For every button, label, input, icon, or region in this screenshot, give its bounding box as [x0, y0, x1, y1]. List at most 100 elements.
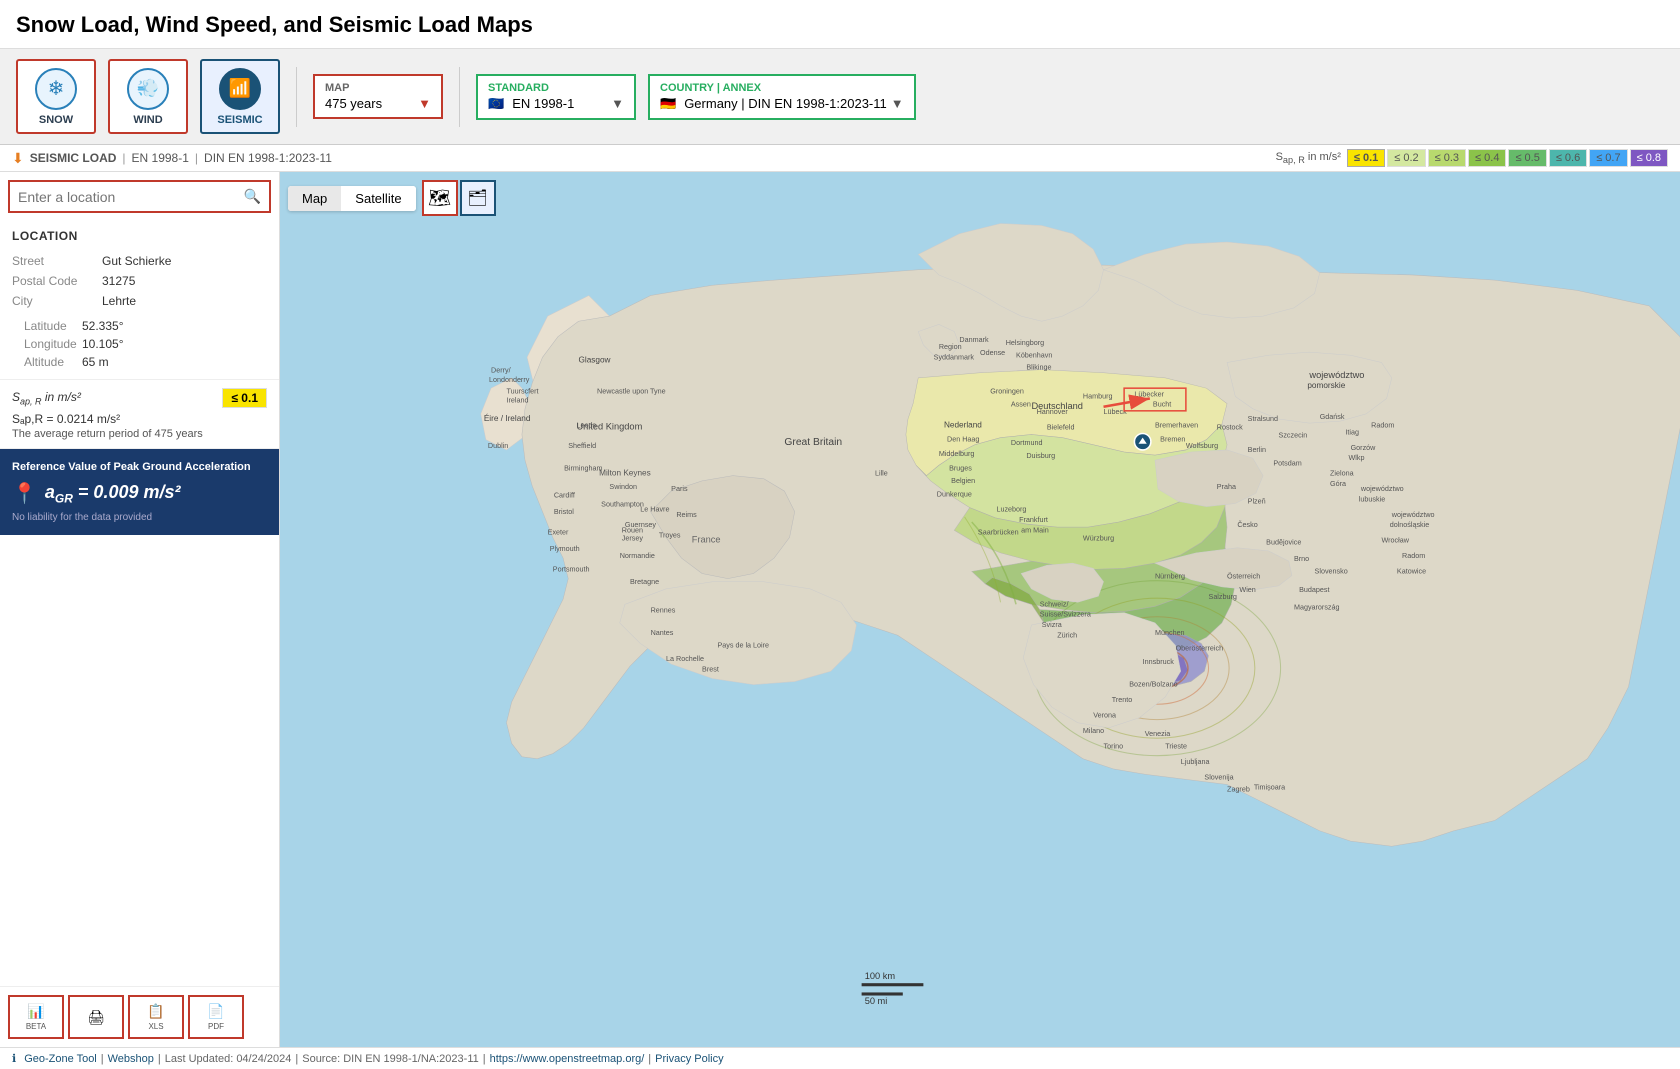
svg-text:Ireland: Ireland — [506, 396, 528, 405]
map-dropdown-label: MAP — [325, 82, 431, 94]
map-dropdown-value: 475 years — [325, 96, 382, 111]
svg-text:Schweiz/: Schweiz/ — [1040, 599, 1069, 608]
svg-text:Itiag: Itiag — [1345, 428, 1359, 437]
legend-item-03[interactable]: ≤ 0.3 — [1428, 149, 1466, 167]
svg-text:Gorzów: Gorzów — [1351, 443, 1377, 452]
map-icon-layers[interactable]: 🗂 — [460, 180, 496, 216]
svg-text:Katowice: Katowice — [1397, 566, 1426, 575]
svg-text:La Rochelle: La Rochelle — [666, 654, 704, 663]
svg-text:Milano: Milano — [1083, 726, 1104, 735]
location-city-key: City — [12, 294, 102, 308]
legend-label: Sap, R in m/s² — [1276, 151, 1341, 165]
wind-tool-button[interactable]: 💨 WIND — [108, 59, 188, 134]
map-icon-google[interactable]: 🗺 — [422, 180, 458, 216]
map-svg[interactable]: United Kingdom Glasgow Newcastle upon Ty… — [280, 172, 1680, 1047]
search-input[interactable] — [18, 189, 244, 205]
svg-text:Swindon: Swindon — [609, 482, 637, 491]
longitude-key: Longitude — [12, 337, 82, 351]
seismic-tool-button[interactable]: 📶 SEISMIC — [200, 59, 280, 134]
location-coords: Latitude 52.335° Longitude 10.105° Altit… — [12, 317, 267, 371]
standard-dropdown[interactable]: STANDARD 🇪🇺 EN 1998-1 ▼ — [476, 74, 636, 120]
svg-text:Region: Region — [939, 342, 962, 351]
svg-text:Österreich: Österreich — [1227, 572, 1260, 581]
export-beta-label: BETA — [26, 1022, 46, 1031]
svg-text:Danmark: Danmark — [959, 335, 989, 344]
legend-item-01[interactable]: ≤ 0.1 — [1347, 149, 1385, 167]
svg-text:Zagreb: Zagreb — [1227, 785, 1250, 794]
svg-text:Góra: Góra — [1330, 479, 1346, 488]
svg-text:Zürich: Zürich — [1057, 630, 1077, 639]
svg-text:Brno: Brno — [1294, 554, 1309, 563]
map-tab-map[interactable]: Map — [288, 186, 341, 211]
svg-text:województwo: województwo — [1391, 510, 1435, 519]
svg-text:Dunkerque: Dunkerque — [937, 489, 972, 498]
svg-text:Plymouth: Plymouth — [550, 544, 580, 553]
legend-item-05[interactable]: ≤ 0.5 — [1508, 149, 1546, 167]
svg-text:Zielona: Zielona — [1330, 469, 1354, 478]
map-dropdown[interactable]: MAP 475 years ▼ — [313, 74, 443, 119]
legend-bar: Sap, R in m/s² ≤ 0.1 ≤ 0.2 ≤ 0.3 ≤ 0.4 ≤… — [1276, 149, 1668, 167]
svg-text:Guernsey: Guernsey — [625, 520, 657, 529]
status-bar: ⬇ SEISMIC LOAD | EN 1998-1 | DIN EN 1998… — [0, 145, 1680, 172]
legend-item-02[interactable]: ≤ 0.2 — [1387, 149, 1425, 167]
map-tab-satellite[interactable]: Satellite — [341, 186, 415, 211]
sap-badge: ≤ 0.1 — [222, 388, 267, 408]
footer-osm-link[interactable]: https://www.openstreetmap.org/ — [490, 1053, 645, 1065]
svg-text:Magyarország: Magyarország — [1294, 603, 1340, 612]
svg-text:Milton Keynes: Milton Keynes — [599, 469, 651, 478]
print-button[interactable]: 🖨 — [68, 995, 124, 1039]
svg-text:Southampton: Southampton — [601, 500, 644, 509]
country-dropdown[interactable]: COUNTRY | ANNEX 🇩🇪 Germany | DIN EN 1998… — [648, 74, 916, 120]
svg-text:Nederland: Nederland — [944, 420, 982, 429]
svg-text:Bozen/Bolzano: Bozen/Bolzano — [1129, 680, 1177, 689]
svg-text:Éire / Ireland: Éire / Ireland — [484, 413, 531, 423]
svg-text:Middelburg: Middelburg — [939, 449, 975, 458]
location-street-key: Street — [12, 254, 102, 268]
svg-text:Salzburg: Salzburg — [1209, 592, 1237, 601]
svg-text:Hamburg: Hamburg — [1083, 391, 1113, 400]
svg-text:Trento: Trento — [1112, 695, 1133, 704]
svg-text:Belgien: Belgien — [951, 476, 975, 485]
legend-item-08[interactable]: ≤ 0.8 — [1630, 149, 1668, 167]
sap-section: Sap, R in m/s² ≤ 0.1 Sₐp,R = 0.0214 m/s²… — [0, 380, 279, 449]
svg-text:Bremerhaven: Bremerhaven — [1155, 420, 1198, 429]
svg-text:Praha: Praha — [1217, 482, 1236, 491]
legend-item-07[interactable]: ≤ 0.7 — [1589, 149, 1627, 167]
svg-text:Innsbruck: Innsbruck — [1143, 657, 1175, 666]
xls-button[interactable]: 📋 XLS — [128, 995, 184, 1039]
pdf-button[interactable]: 📄 PDF — [188, 995, 244, 1039]
svg-text:Tuurscfert: Tuurscfert — [506, 386, 538, 395]
svg-text:Dortmund: Dortmund — [1011, 438, 1043, 447]
status-arrow-icon: ⬇ — [12, 150, 24, 167]
ref-title: Reference Value of Peak Ground Accelerat… — [12, 461, 267, 473]
standard-dropdown-label: STANDARD — [488, 82, 624, 94]
footer-privacy[interactable]: Privacy Policy — [655, 1053, 723, 1065]
location-search-box[interactable]: 🔍 — [8, 180, 271, 213]
svg-text:Portsmouth: Portsmouth — [553, 564, 590, 573]
footer-updated: Last Updated: 04/24/2024 — [165, 1053, 292, 1065]
svg-text:Troyes: Troyes — [659, 530, 681, 539]
location-section: LOCATION Street Gut Schierke Postal Code… — [0, 221, 279, 380]
footer-info-icon: ℹ — [12, 1052, 16, 1065]
svg-text:Bretagne: Bretagne — [630, 577, 659, 586]
status-annex: DIN EN 1998-1:2023-11 — [204, 151, 332, 165]
altitude-key: Altitude — [12, 355, 82, 369]
snow-tool-button[interactable]: ❄ SNOW — [16, 59, 96, 134]
legend-item-04[interactable]: ≤ 0.4 — [1468, 149, 1506, 167]
country-dropdown-label: COUNTRY | ANNEX — [660, 82, 904, 94]
svg-text:dolnośląskie: dolnośląskie — [1390, 520, 1430, 529]
svg-text:Berlin: Berlin — [1248, 445, 1266, 454]
svg-text:Sheffield: Sheffield — [568, 441, 596, 450]
location-city-value: Lehrte — [102, 294, 136, 308]
svg-text:województwo: województwo — [1308, 370, 1364, 380]
svg-text:województwo: województwo — [1360, 484, 1404, 493]
footer-webshop[interactable]: Webshop — [108, 1053, 154, 1065]
toolbar-sep-1 — [296, 67, 297, 127]
svg-text:Budapest: Budapest — [1299, 585, 1329, 594]
footer-tool[interactable]: Geo-Zone Tool — [24, 1053, 97, 1065]
legend-item-06[interactable]: ≤ 0.6 — [1549, 149, 1587, 167]
map-area[interactable]: Map Satellite 🗺 🗂 — [280, 172, 1680, 1047]
footer: ℹ Geo-Zone Tool | Webshop | Last Updated… — [0, 1047, 1680, 1069]
svg-text:100 km: 100 km — [865, 971, 896, 981]
export-beta-button[interactable]: 📊 BETA — [8, 995, 64, 1039]
